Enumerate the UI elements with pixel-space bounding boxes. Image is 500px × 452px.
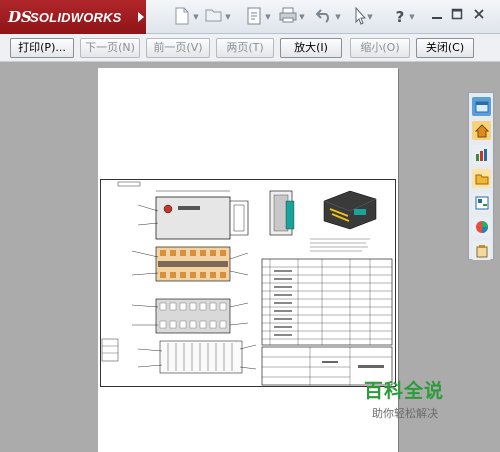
- two-page-button[interactable]: 两页(T): [216, 38, 274, 58]
- drawing-sheet-image: [100, 179, 396, 387]
- solidworks-logo-text: SOLIDWORKS: [30, 10, 122, 25]
- menu-expand-icon[interactable]: [136, 10, 146, 24]
- chevron-down-icon[interactable]: ▼: [264, 12, 272, 22]
- task-pane-tabs: [468, 92, 494, 260]
- open-file-icon[interactable]: [204, 7, 224, 27]
- minimize-icon[interactable]: [428, 8, 446, 26]
- view-palette-icon[interactable]: [472, 193, 491, 212]
- watermark-subtitle: 助你轻松解决: [372, 407, 438, 420]
- next-page-button[interactable]: 下一页(N): [80, 38, 140, 58]
- chevron-down-icon[interactable]: ▼: [192, 12, 200, 22]
- restore-icon[interactable]: [448, 8, 466, 26]
- watermark-title: 百科全说: [364, 380, 445, 402]
- solidworks-logo[interactable]: DS SOLIDWORKS: [0, 0, 146, 34]
- design-library-icon[interactable]: [472, 145, 491, 164]
- zoom-out-button[interactable]: 缩小(O): [350, 38, 410, 58]
- zoom-in-button[interactable]: 放大(I): [280, 38, 342, 58]
- close-icon[interactable]: [470, 8, 488, 26]
- chevron-down-icon[interactable]: ▼: [408, 12, 416, 22]
- print-button[interactable]: 打印(P)...: [10, 38, 74, 58]
- chevron-down-icon[interactable]: ▼: [224, 12, 232, 22]
- solidworks-resources-icon[interactable]: [472, 97, 491, 116]
- help-icon[interactable]: ?: [390, 7, 410, 27]
- preview-page[interactable]: [98, 68, 398, 452]
- print-preview-toolbar: 打印(P)... 下一页(N) 前一页(V) 两页(T) 放大(I) 缩小(O)…: [0, 34, 500, 62]
- chevron-down-icon[interactable]: ▼: [334, 12, 342, 22]
- home-icon[interactable]: [472, 121, 491, 140]
- chevron-down-icon[interactable]: ▼: [298, 12, 306, 22]
- appearances-icon[interactable]: [472, 217, 491, 236]
- title-bar: DS SOLIDWORKS ▼ ▼ ▼ ▼ ▼ ▼ ? ▼: [0, 0, 500, 34]
- ds-logo-mark: DS: [8, 8, 32, 26]
- file-properties-icon[interactable]: [244, 7, 264, 27]
- new-file-icon[interactable]: [172, 7, 192, 27]
- custom-properties-icon[interactable]: [472, 241, 491, 260]
- previous-page-button[interactable]: 前一页(V): [146, 38, 210, 58]
- close-preview-button[interactable]: 关闭(C): [416, 38, 474, 58]
- chevron-down-icon[interactable]: ▼: [366, 12, 374, 22]
- file-explorer-icon[interactable]: [472, 169, 491, 188]
- print-icon[interactable]: [278, 7, 298, 27]
- undo-icon[interactable]: [314, 7, 334, 27]
